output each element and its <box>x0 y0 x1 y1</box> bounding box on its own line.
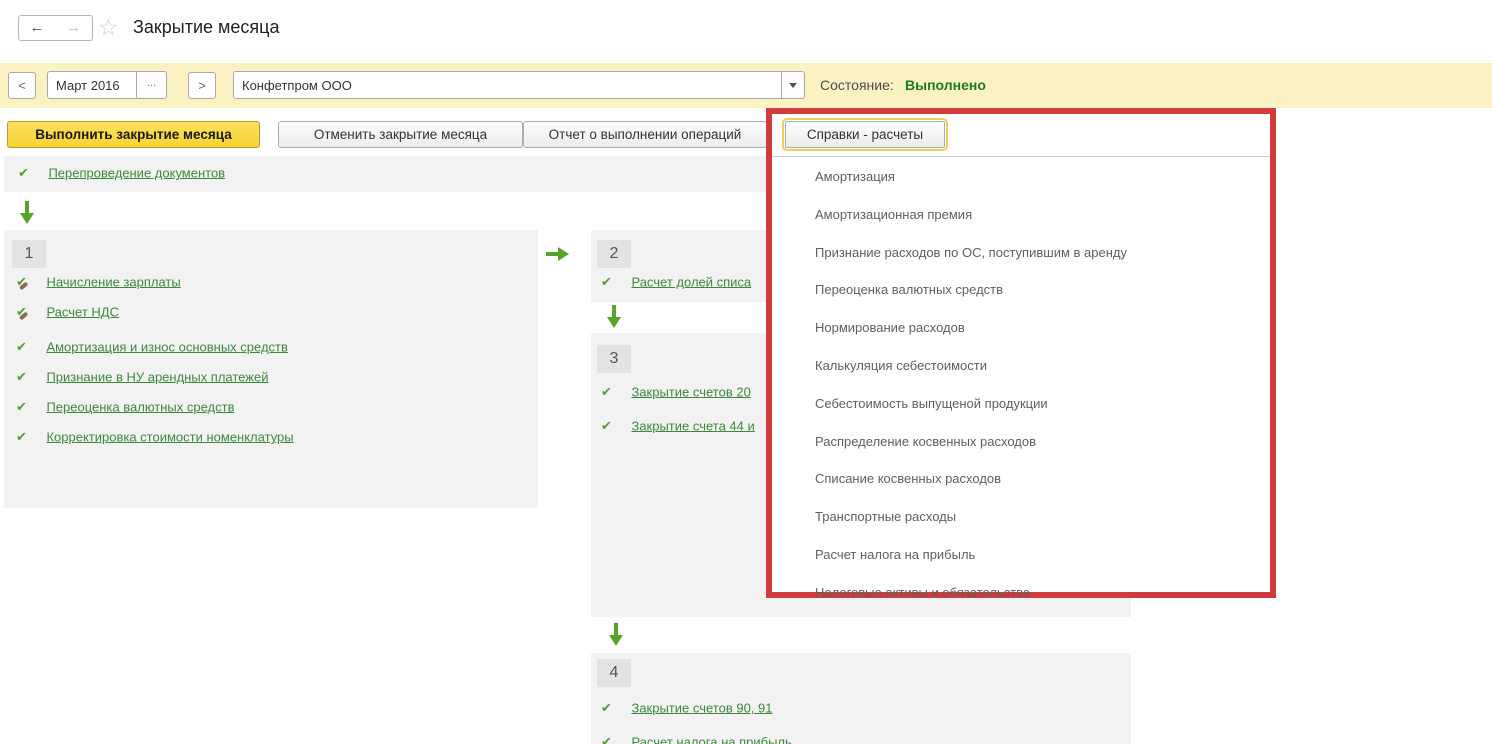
nav-back-button[interactable]: ← <box>18 15 56 41</box>
chevron-down-icon <box>789 83 797 88</box>
menu-item-income-tax-calculation[interactable]: Расчет налога на прибыль <box>772 536 1270 574</box>
operation-link[interactable]: Расчет налога на прибыль <box>631 734 791 744</box>
references-menu: Амортизация Амортизационная премия Призн… <box>772 156 1270 592</box>
check-icon: ✔ <box>601 700 627 716</box>
previous-period-button[interactable]: < <box>8 72 36 99</box>
forward-arrow-icon: → <box>66 19 81 36</box>
operation-link[interactable]: Закрытие счетов 90, 91 <box>631 700 772 715</box>
operation-link[interactable]: Закрытие счета 44 и <box>631 418 754 433</box>
menu-item-amortization-premium[interactable]: Амортизационная премия <box>772 196 1270 234</box>
reposting-link[interactable]: Перепроведение документов <box>48 165 225 180</box>
organization-value: Конфетпром ООО <box>242 78 352 93</box>
month-closing-window: ← → ☆ Закрытие месяца < Март 2016 ... > … <box>0 0 1492 744</box>
closing-block-1: 1 ✔ Начисление зарплаты ✔ Расчет НДС ✔ А… <box>4 230 538 508</box>
flow-right-arrow-icon <box>546 247 570 261</box>
menu-item-tax-assets-liabilities[interactable]: Налоговые активы и обязательства <box>772 574 1270 612</box>
operation-link[interactable]: Признание в НУ арендных платежей <box>46 369 268 384</box>
operation-link[interactable]: Закрытие счетов 20 <box>631 384 750 399</box>
menu-item-transport-expenses[interactable]: Транспортные расходы <box>772 498 1270 536</box>
nav-forward-button[interactable]: → <box>55 15 93 41</box>
flow-down-arrow-icon <box>20 201 34 225</box>
flow-down-arrow-icon <box>607 305 621 329</box>
operations-report-button[interactable]: Отчет о выполнении операций <box>523 121 767 148</box>
closing-block-4: 4 ✔ Закрытие счетов 90, 91 ✔ Расчет нало… <box>591 653 1131 744</box>
menu-item-indirect-expense-distribution[interactable]: Распределение косвенных расходов <box>772 423 1270 461</box>
next-period-button[interactable]: > <box>188 72 216 99</box>
block-number-badge: 2 <box>597 240 631 268</box>
run-month-closing-button[interactable]: Выполнить закрытие месяца <box>7 121 260 148</box>
block-number-badge: 4 <box>597 659 631 687</box>
check-icon: ✔ <box>18 165 44 181</box>
operation-link[interactable]: Переоценка валютных средств <box>46 399 234 414</box>
operation-link[interactable]: Расчет долей списа <box>631 274 751 289</box>
period-field[interactable]: Март 2016 ... <box>47 71 167 99</box>
menu-item-amortization[interactable]: Амортизация <box>772 158 1270 196</box>
flow-down-arrow-icon <box>609 623 623 647</box>
menu-item-rented-os-expenses[interactable]: Признание расходов по ОС, поступившим в … <box>772 234 1270 272</box>
page-title: Закрытие месяца <box>133 17 279 38</box>
back-arrow-icon: ← <box>30 19 45 36</box>
favorite-star-icon[interactable]: ☆ <box>98 14 119 41</box>
check-pencil-icon: ✔ <box>16 304 42 320</box>
check-pencil-icon: ✔ <box>16 274 42 290</box>
period-value: Март 2016 <box>56 78 120 93</box>
status-badge: Выполнено <box>905 77 986 93</box>
check-icon: ✔ <box>16 369 42 385</box>
block-number-badge: 3 <box>597 345 631 373</box>
check-icon: ✔ <box>601 418 627 434</box>
period-picker-button[interactable]: ... <box>136 72 166 98</box>
organization-dropdown-button[interactable] <box>781 72 804 98</box>
check-icon: ✔ <box>16 339 42 355</box>
references-dropdown-highlight: Справки - расчеты Амортизация Амортизаци… <box>766 108 1276 598</box>
references-calculations-button[interactable]: Справки - расчеты <box>785 121 945 148</box>
operation-link[interactable]: Начисление зарплаты <box>46 274 180 289</box>
cancel-month-closing-button[interactable]: Отменить закрытие месяца <box>278 121 523 148</box>
menu-item-indirect-expense-writeoff[interactable]: Списание косвенных расходов <box>772 460 1270 498</box>
block-number-badge: 1 <box>12 240 46 268</box>
menu-item-currency-revaluation[interactable]: Переоценка валютных средств <box>772 271 1270 309</box>
menu-item-cost-calculation[interactable]: Калькуляция себестоимости <box>772 347 1270 385</box>
operation-link[interactable]: Корректировка стоимости номенклатуры <box>46 429 293 444</box>
organization-combo[interactable]: Конфетпром ООО <box>233 71 805 99</box>
operation-link[interactable]: Расчет НДС <box>46 304 119 319</box>
menu-item-expense-rationing[interactable]: Нормирование расходов <box>772 309 1270 347</box>
period-bar: < Март 2016 ... > Конфетпром ООО Состоян… <box>0 63 1492 108</box>
menu-item-production-cost[interactable]: Себестоимость выпущеной продукции <box>772 385 1270 423</box>
check-icon: ✔ <box>16 399 42 415</box>
operation-link[interactable]: Амортизация и износ основных средств <box>46 339 287 354</box>
check-icon: ✔ <box>601 734 627 744</box>
check-icon: ✔ <box>16 429 42 445</box>
status-label: Состояние: <box>820 77 894 93</box>
check-icon: ✔ <box>601 384 627 400</box>
check-icon: ✔ <box>601 274 627 290</box>
